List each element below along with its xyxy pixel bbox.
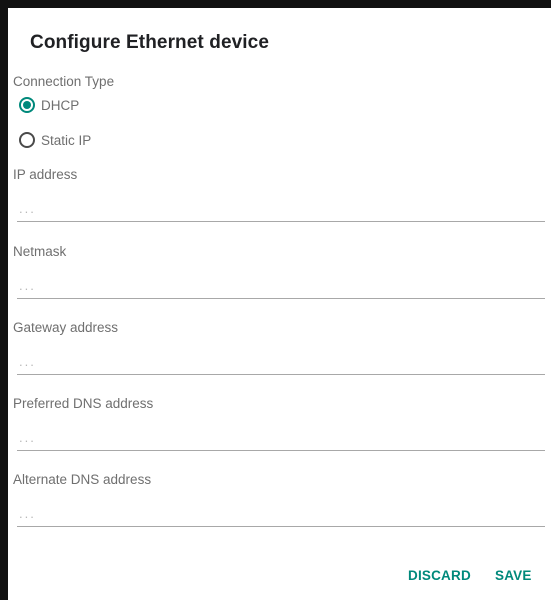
alternate-dns-label: Alternate DNS address bbox=[13, 472, 152, 487]
discard-button[interactable]: DISCARD bbox=[408, 568, 471, 583]
netmask-field[interactable] bbox=[17, 275, 545, 299]
connection-type-label: Connection Type bbox=[13, 74, 115, 89]
netmask-label: Netmask bbox=[13, 244, 67, 259]
ip-address-field[interactable] bbox=[17, 198, 545, 222]
radio-option-dhcp[interactable]: DHCP bbox=[19, 97, 79, 113]
preferred-dns-label: Preferred DNS address bbox=[13, 396, 154, 411]
radio-unchecked-icon[interactable] bbox=[19, 132, 35, 148]
preferred-dns-field[interactable] bbox=[17, 427, 545, 451]
gateway-address-label: Gateway address bbox=[13, 320, 119, 335]
dialog-title: Configure Ethernet device bbox=[30, 32, 269, 53]
save-button[interactable]: SAVE bbox=[495, 568, 532, 583]
alternate-dns-field[interactable] bbox=[17, 503, 545, 527]
gateway-address-field[interactable] bbox=[17, 351, 545, 375]
ip-address-label: IP address bbox=[13, 167, 78, 182]
ethernet-config-dialog: Configure Ethernet device Connection Typ… bbox=[8, 8, 551, 600]
radio-option-static-ip[interactable]: Static IP bbox=[19, 132, 91, 148]
radio-label-dhcp: DHCP bbox=[41, 97, 80, 113]
radio-label-static-ip: Static IP bbox=[41, 132, 92, 148]
radio-checked-icon[interactable] bbox=[19, 97, 35, 113]
